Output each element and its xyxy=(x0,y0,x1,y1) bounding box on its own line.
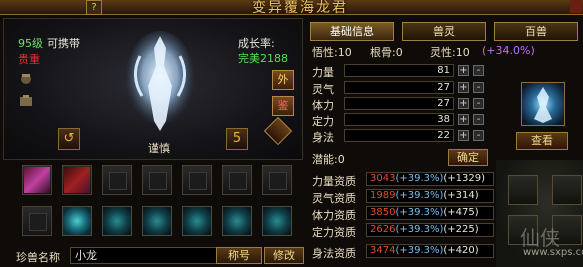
root-bone-value: 根骨:0 xyxy=(370,46,403,59)
spirit-orb-icon[interactable] xyxy=(142,206,172,236)
temperament-value: 悟性:10 xyxy=(312,46,352,59)
tab-basic-info[interactable]: 基础信息 xyxy=(310,22,394,41)
stat-label: 灵气 xyxy=(312,83,334,96)
plus-icon[interactable]: + xyxy=(458,98,469,109)
rotate-right-button[interactable]: 5 xyxy=(226,128,248,150)
skill-slot-empty[interactable] xyxy=(102,165,132,195)
bag-icon[interactable] xyxy=(16,92,36,110)
spirit-nature-value: 灵性:10 xyxy=(430,46,470,59)
plus-icon[interactable]: + xyxy=(458,130,469,141)
skill-slot[interactable] xyxy=(62,165,92,195)
plus-icon[interactable]: + xyxy=(458,114,469,125)
rename-button[interactable]: 修改 xyxy=(264,247,304,264)
growth-label: 成长率: xyxy=(238,37,275,50)
aptitude-label: 灵气资质 xyxy=(312,192,356,205)
skill-slot-empty[interactable] xyxy=(182,165,212,195)
spirit-orb-icon[interactable] xyxy=(262,206,292,236)
tab-hundred-beasts[interactable]: 百兽 xyxy=(494,22,578,41)
aptitude-value: 3043(+39.3%)(+1329) xyxy=(366,172,494,186)
stat-value: 22 xyxy=(344,129,454,142)
stat-label: 力量 xyxy=(312,66,334,79)
watermark-url: www.sxps.com xyxy=(523,247,583,258)
help-button[interactable]: ? xyxy=(86,0,102,15)
aptitude-label: 身法资质 xyxy=(312,247,356,260)
potential-value: 潜能:0 xyxy=(312,153,345,166)
close-button[interactable] xyxy=(570,0,582,13)
stat-label: 身法 xyxy=(312,131,334,144)
stat-value: 38 xyxy=(344,113,454,126)
pet-name-label: 珍兽名称 xyxy=(16,251,60,264)
skill-slot[interactable] xyxy=(22,165,52,195)
pet-portrait[interactable] xyxy=(521,82,565,126)
aptitude-label: 体力资质 xyxy=(312,209,356,222)
growth-value: 完美2188 xyxy=(238,52,288,65)
skill-slot-empty[interactable] xyxy=(22,206,52,236)
view-button[interactable]: 查看 xyxy=(516,132,568,150)
spirit-orb-icon[interactable] xyxy=(102,206,132,236)
skill-icon xyxy=(64,167,90,193)
skill-slot-empty[interactable] xyxy=(262,165,292,195)
plus-icon[interactable]: + xyxy=(458,82,469,93)
spirit-orb-icon[interactable] xyxy=(182,206,212,236)
minus-icon[interactable]: - xyxy=(473,114,484,125)
aptitude-label: 定力资质 xyxy=(312,226,356,239)
window-title: 变异覆海龙君 xyxy=(252,0,348,16)
aptitude-value: 3850(+39.3%)(+475) xyxy=(366,206,494,220)
stat-value: 27 xyxy=(344,81,454,94)
aptitude-value: 1989(+39.3%)(+314) xyxy=(366,189,494,203)
pet-carry-label: 可携带 xyxy=(47,37,80,50)
minus-icon[interactable]: - xyxy=(473,130,484,141)
pet-rarity: 贵重 xyxy=(18,53,40,66)
tab-beast-spirit[interactable]: 兽灵 xyxy=(402,22,486,41)
skill-icon xyxy=(24,167,50,193)
lock-icon[interactable] xyxy=(16,70,36,88)
minus-icon[interactable]: - xyxy=(473,65,484,76)
aptitude-value: 3474(+39.3%)(+420) xyxy=(366,244,494,258)
rotate-left-button[interactable]: ↺ xyxy=(58,128,80,150)
pet-personality: 谨慎 xyxy=(148,142,170,155)
aptitude-label: 力量资质 xyxy=(312,175,356,188)
pet-name-input[interactable]: 小龙 xyxy=(70,247,240,264)
spirit-orb-icon[interactable] xyxy=(222,206,252,236)
spirit-bonus: (+34.0%) xyxy=(482,44,535,57)
plus-icon[interactable]: + xyxy=(458,65,469,76)
appraise-button[interactable]: 鉴 xyxy=(272,96,294,116)
confirm-button[interactable]: 确定 xyxy=(448,149,488,166)
aptitude-value: 2626(+39.3%)(+225) xyxy=(366,223,494,237)
stat-label: 体力 xyxy=(312,99,334,112)
appearance-button[interactable]: 外 xyxy=(272,70,294,90)
equip-slot[interactable] xyxy=(552,175,582,205)
minus-icon[interactable]: - xyxy=(473,98,484,109)
stat-value: 81 xyxy=(344,64,454,77)
stat-value: 27 xyxy=(344,97,454,110)
pet-level: 95级 xyxy=(18,37,43,50)
minus-icon[interactable]: - xyxy=(473,82,484,93)
skill-slot-empty[interactable] xyxy=(142,165,172,195)
pet-model-figure[interactable] xyxy=(120,26,200,141)
spirit-orb-icon[interactable] xyxy=(62,206,92,236)
skill-slot-empty[interactable] xyxy=(222,165,252,195)
equip-slot[interactable] xyxy=(508,175,538,205)
title-button[interactable]: 称号 xyxy=(216,247,262,264)
stat-label: 定力 xyxy=(312,115,334,128)
